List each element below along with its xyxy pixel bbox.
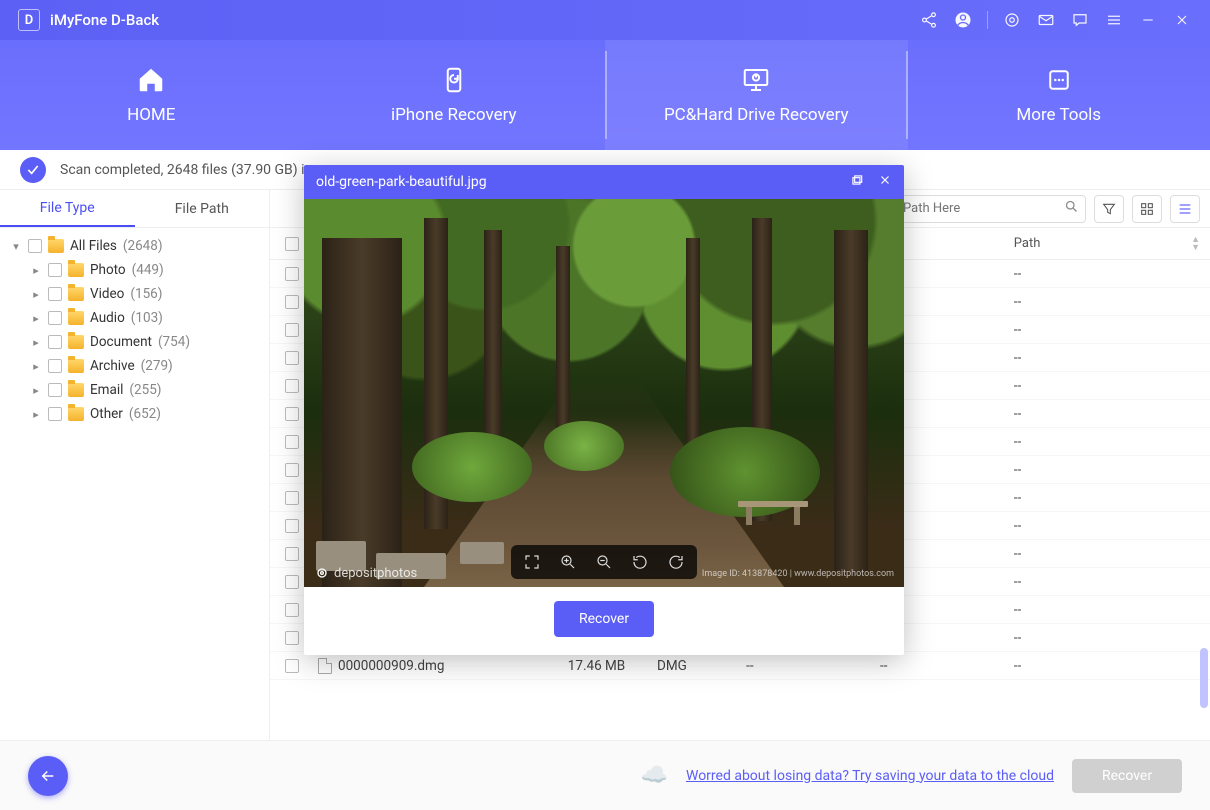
cell-path: -- xyxy=(1014,406,1210,422)
left-tab-file-type[interactable]: File Type xyxy=(0,190,135,227)
zoom-in-icon[interactable] xyxy=(557,551,579,573)
cell-path: -- xyxy=(1014,462,1210,478)
row-checkbox[interactable] xyxy=(285,603,299,617)
tree-item-photo[interactable]: ▸Photo (449) xyxy=(4,258,265,282)
cell-path: -- xyxy=(1014,658,1210,674)
cell-type: DMG xyxy=(657,658,746,674)
app-title: iMyFone D-Back xyxy=(50,11,159,29)
list-view-button[interactable] xyxy=(1170,195,1200,223)
back-button[interactable] xyxy=(28,756,68,796)
cloud-icon: ☁️ xyxy=(641,763,668,788)
cell-name: 0000000909.dmg xyxy=(338,658,444,674)
cell-path: -- xyxy=(1014,518,1210,534)
preview-filename: old-green-park-beautiful.jpg xyxy=(316,174,487,190)
cell-path: -- xyxy=(1014,574,1210,590)
select-all-checkbox[interactable] xyxy=(285,237,299,251)
cell-date: -- xyxy=(746,658,880,674)
watermark-id: Image ID: 413878420 | www.depositphotos.… xyxy=(702,569,894,579)
tree-item-audio[interactable]: ▸Audio (103) xyxy=(4,306,265,330)
filter-button[interactable] xyxy=(1094,195,1124,223)
row-checkbox[interactable] xyxy=(285,295,299,309)
tab-pc-recovery[interactable]: PC&Hard Drive Recovery xyxy=(605,40,908,150)
tree-item-archive[interactable]: ▸Archive (279) xyxy=(4,354,265,378)
tab-iphone-label: iPhone Recovery xyxy=(391,105,517,125)
cell-path: -- xyxy=(1014,294,1210,310)
preview-recover-button[interactable]: Recover xyxy=(554,601,654,637)
footer: ☁️ Worred about losing data? Try saving … xyxy=(0,740,1210,810)
cell-size: 17.46 MB xyxy=(568,658,657,674)
titlebar: D iMyFone D-Back xyxy=(0,0,1210,40)
recover-button-footer[interactable]: Recover xyxy=(1072,759,1182,793)
preview-image: depositphotos Image ID: 413878420 | www.… xyxy=(304,199,904,587)
table-row[interactable]: 0000000909.dmg 17.46 MB DMG -- -- -- xyxy=(270,652,1210,680)
tree-item-document[interactable]: ▸Document (754) xyxy=(4,330,265,354)
fullscreen-icon[interactable] xyxy=(521,551,543,573)
row-checkbox[interactable] xyxy=(285,463,299,477)
row-checkbox[interactable] xyxy=(285,631,299,645)
app-logo: D xyxy=(18,9,40,31)
tree-root[interactable]: ▾All Files (2648) xyxy=(4,234,265,258)
watermark: depositphotos xyxy=(314,565,417,581)
cell-path: -- xyxy=(1014,630,1210,646)
row-checkbox[interactable] xyxy=(285,407,299,421)
row-checkbox[interactable] xyxy=(285,435,299,449)
menu-icon[interactable] xyxy=(1104,10,1124,30)
cell-path: -- xyxy=(1014,602,1210,618)
status-text: Scan completed, 2648 files (37.90 GB) i xyxy=(60,162,305,178)
preview-restore-icon[interactable] xyxy=(850,173,864,191)
tab-more-label: More Tools xyxy=(1016,105,1101,125)
row-checkbox[interactable] xyxy=(285,519,299,533)
file-icon xyxy=(318,658,332,674)
tab-iphone-recovery[interactable]: iPhone Recovery xyxy=(303,40,606,150)
cell-path: -- xyxy=(1014,322,1210,338)
cell-path: -- xyxy=(1014,266,1210,282)
close-icon[interactable] xyxy=(1172,10,1192,30)
rotate-left-icon[interactable] xyxy=(629,551,651,573)
cell-path: -- xyxy=(1014,350,1210,366)
cell-path: -- xyxy=(1014,546,1210,562)
row-checkbox[interactable] xyxy=(285,491,299,505)
image-toolbar xyxy=(511,545,697,579)
row-checkbox[interactable] xyxy=(285,267,299,281)
minimize-icon[interactable] xyxy=(1138,10,1158,30)
navbar: HOME iPhone Recovery PC&Hard Drive Recov… xyxy=(0,40,1210,150)
col-path[interactable]: Path▲▼ xyxy=(1014,236,1210,252)
feedback-icon[interactable] xyxy=(1070,10,1090,30)
left-panel: File Type File Path ▾All Files (2648)▸Ph… xyxy=(0,190,270,740)
cell-path: -- xyxy=(1014,490,1210,506)
file-tree: ▾All Files (2648)▸Photo (449)▸Video (156… xyxy=(0,228,269,432)
cell-path: -- xyxy=(1014,434,1210,450)
left-tab-file-path[interactable]: File Path xyxy=(135,190,270,227)
row-checkbox[interactable] xyxy=(285,379,299,393)
share-icon[interactable] xyxy=(919,10,939,30)
tree-item-email[interactable]: ▸Email (255) xyxy=(4,378,265,402)
row-checkbox[interactable] xyxy=(285,575,299,589)
cloud-link[interactable]: Worred about losing data? Try saving you… xyxy=(686,768,1054,784)
row-checkbox[interactable] xyxy=(285,323,299,337)
tab-pc-label: PC&Hard Drive Recovery xyxy=(664,105,849,125)
rotate-right-icon[interactable] xyxy=(665,551,687,573)
settings-icon[interactable] xyxy=(1002,10,1022,30)
preview-titlebar: old-green-park-beautiful.jpg xyxy=(304,165,904,199)
row-checkbox[interactable] xyxy=(285,547,299,561)
tree-item-other[interactable]: ▸Other (652) xyxy=(4,402,265,426)
account-icon[interactable] xyxy=(953,10,973,30)
row-checkbox[interactable] xyxy=(285,351,299,365)
tab-more-tools[interactable]: More Tools xyxy=(908,40,1210,150)
row-checkbox[interactable] xyxy=(285,659,299,673)
tree-item-video[interactable]: ▸Video (156) xyxy=(4,282,265,306)
grid-view-button[interactable] xyxy=(1132,195,1162,223)
cell-ddate: -- xyxy=(880,658,1014,674)
cell-path: -- xyxy=(1014,378,1210,394)
tab-home-label: HOME xyxy=(127,105,175,125)
check-icon xyxy=(20,157,46,183)
mail-icon[interactable] xyxy=(1036,10,1056,30)
preview-window: old-green-park-beautiful.jpg depositphot… xyxy=(304,165,904,655)
preview-close-icon[interactable] xyxy=(878,173,892,191)
search-icon[interactable] xyxy=(1060,199,1079,218)
scrollbar[interactable] xyxy=(1200,648,1208,708)
zoom-out-icon[interactable] xyxy=(593,551,615,573)
tab-home[interactable]: HOME xyxy=(0,40,303,150)
